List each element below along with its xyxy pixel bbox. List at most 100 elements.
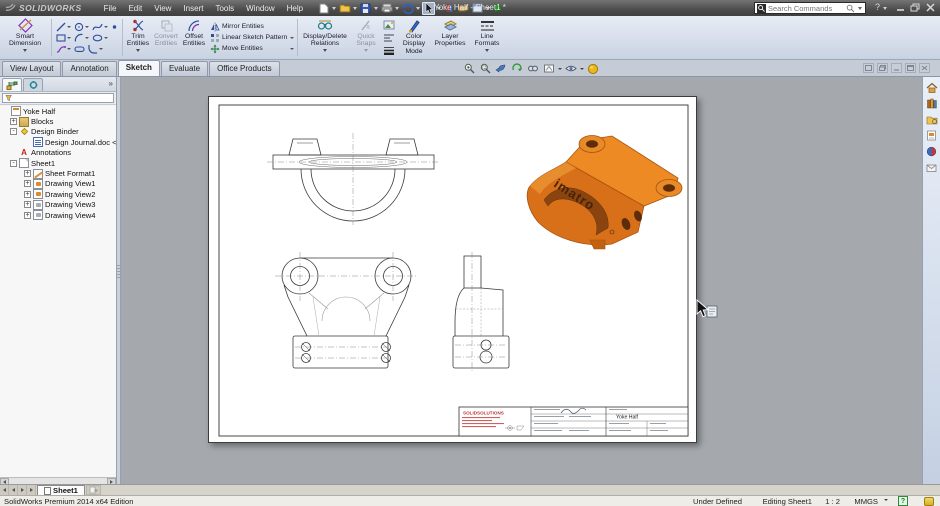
save-icon[interactable] [359, 2, 372, 15]
tree-filter-input[interactable] [14, 94, 111, 102]
dropdown-caret-icon[interactable] [364, 48, 368, 52]
smart-dimension-button[interactable]: Smart Dimension [0, 16, 50, 59]
doc-restore-icon[interactable] [863, 63, 874, 73]
circle-tool[interactable] [73, 22, 90, 32]
select-tool-icon[interactable] [422, 1, 436, 15]
dropdown-caret-icon[interactable] [67, 47, 71, 50]
tree-item-annotations[interactable]: A Annotations [0, 148, 116, 158]
dropdown-caret-icon[interactable] [85, 36, 89, 39]
dropdown-caret-icon[interactable] [437, 6, 442, 10]
search-commands-input[interactable] [768, 3, 844, 13]
menu-window[interactable]: Window [240, 3, 280, 14]
tree-item-blocks[interactable]: + Blocks [0, 116, 116, 127]
tree-item-yoke-half[interactable]: Yoke Half [0, 106, 116, 117]
dropdown-caret-icon[interactable] [558, 67, 562, 70]
minimize-icon[interactable] [895, 3, 906, 12]
previous-view-icon[interactable] [494, 62, 508, 75]
tree-item-design-binder[interactable]: - Design Binder [0, 127, 116, 137]
file-explorer-icon[interactable] [925, 113, 939, 126]
dropdown-caret-icon[interactable] [486, 6, 491, 10]
dropdown-caret-icon[interactable] [67, 25, 71, 28]
custom-properties-icon[interactable] [925, 161, 939, 174]
help-caret-icon[interactable] [883, 7, 887, 10]
display-style-icon[interactable] [542, 62, 556, 75]
dropdown-caret-icon[interactable] [104, 25, 108, 28]
splitter-grip[interactable] [117, 265, 120, 279]
layer-properties-button[interactable]: Layer Properties [431, 16, 469, 59]
drawing-view-top[interactable] [267, 133, 440, 225]
expander-toggle[interactable]: + [24, 211, 31, 219]
zoom-to-area-icon[interactable] [478, 62, 492, 75]
dropdown-caret-icon[interactable] [290, 47, 294, 50]
linear-sketch-pattern-button[interactable]: Linear Sketch Pattern [210, 33, 294, 43]
dropdown-caret-icon[interactable] [332, 6, 337, 10]
appearances-icon[interactable] [925, 145, 939, 158]
dropdown-caret-icon[interactable] [580, 67, 584, 70]
property-manager-tab[interactable] [23, 78, 43, 91]
sheet-nav-first-icon[interactable] [0, 485, 9, 495]
line-formats-button[interactable]: Line Formats [469, 16, 505, 59]
freeform-tool[interactable] [55, 44, 72, 54]
design-library-icon[interactable] [925, 97, 939, 110]
panel-expand-icon[interactable]: » [109, 79, 113, 88]
sketch-tool-icon[interactable] [443, 2, 456, 15]
rectangle-tool[interactable] [55, 33, 72, 43]
dropdown-caret-icon[interactable] [67, 36, 71, 39]
doc-maximize-icon[interactable] [905, 63, 916, 73]
expander-toggle[interactable]: + [24, 201, 31, 209]
units-caret-icon[interactable] [884, 499, 888, 501]
undo-icon[interactable] [401, 2, 414, 15]
restore-icon[interactable] [910, 3, 921, 12]
doc-close-icon[interactable] [919, 63, 930, 73]
line-thickness-button[interactable] [382, 45, 396, 57]
dropdown-caret-icon[interactable] [485, 48, 489, 52]
dimension-standard-button[interactable] [382, 32, 396, 44]
solidworks-resources-icon[interactable] [925, 81, 939, 94]
run-icon[interactable] [492, 2, 505, 15]
sketch-picture-button[interactable] [382, 19, 396, 31]
print-icon[interactable] [380, 2, 393, 15]
dropdown-caret-icon[interactable] [323, 48, 327, 52]
doc-cascade-icon[interactable] [877, 63, 888, 73]
tab-annotation[interactable]: Annotation [62, 61, 117, 76]
tree-item-sheet1[interactable]: - Sheet1 [0, 158, 116, 169]
dropdown-caret-icon[interactable] [374, 6, 379, 10]
close-icon[interactable] [925, 3, 936, 12]
panel-splitter[interactable] [117, 77, 121, 486]
add-sheet-button[interactable] [85, 485, 101, 495]
dropdown-caret-icon[interactable] [395, 6, 400, 10]
menu-insert[interactable]: Insert [177, 3, 209, 14]
expander-toggle[interactable]: + [24, 180, 31, 188]
new-document-icon[interactable] [317, 2, 330, 15]
menu-tools[interactable]: Tools [209, 3, 240, 14]
graphics-area[interactable]: imatro SOLIDSOLUTIONS Yoke Half [121, 77, 922, 486]
edit-appearance-icon[interactable] [586, 62, 600, 75]
dropdown-caret-icon[interactable] [136, 48, 140, 52]
dropdown-caret-icon[interactable] [23, 48, 27, 52]
drawing-view-isometric[interactable]: imatro [526, 135, 683, 250]
tab-view-layout[interactable]: View Layout [2, 61, 62, 76]
ellipse-tool[interactable] [91, 33, 109, 43]
drawing-view-side[interactable] [452, 252, 510, 373]
sheet-nav-prev-icon[interactable] [9, 485, 18, 495]
menu-file[interactable]: File [98, 3, 123, 14]
sheet1-tab[interactable]: Sheet1 [37, 485, 85, 495]
tree-item-drawing-view1[interactable]: + Drawing View1 [0, 178, 116, 189]
menu-help[interactable]: Help [281, 3, 309, 14]
slot-tool[interactable] [73, 44, 86, 54]
dropdown-caret-icon[interactable] [104, 36, 108, 39]
tab-office-products[interactable]: Office Products [209, 61, 280, 76]
tab-sketch[interactable]: Sketch [117, 60, 160, 76]
pan-view-icon[interactable] [526, 62, 540, 75]
tag-icon[interactable] [924, 497, 934, 506]
units-text[interactable]: MMGS [854, 497, 878, 506]
dropdown-caret-icon[interactable] [99, 47, 103, 50]
dropdown-caret-icon[interactable] [290, 36, 294, 39]
tree-item-drawing-view2[interactable]: + Drawing View2 [0, 189, 116, 200]
quick-tips-icon[interactable]: ? [898, 496, 908, 506]
mirror-entities-button[interactable]: Mirror Entities [210, 22, 294, 32]
tree-filter-box[interactable] [2, 93, 114, 103]
view-palette-icon[interactable] [925, 129, 939, 142]
rebuild-icon[interactable] [457, 2, 470, 15]
title-block[interactable]: SOLIDSOLUTIONS Yoke Half [458, 406, 689, 437]
